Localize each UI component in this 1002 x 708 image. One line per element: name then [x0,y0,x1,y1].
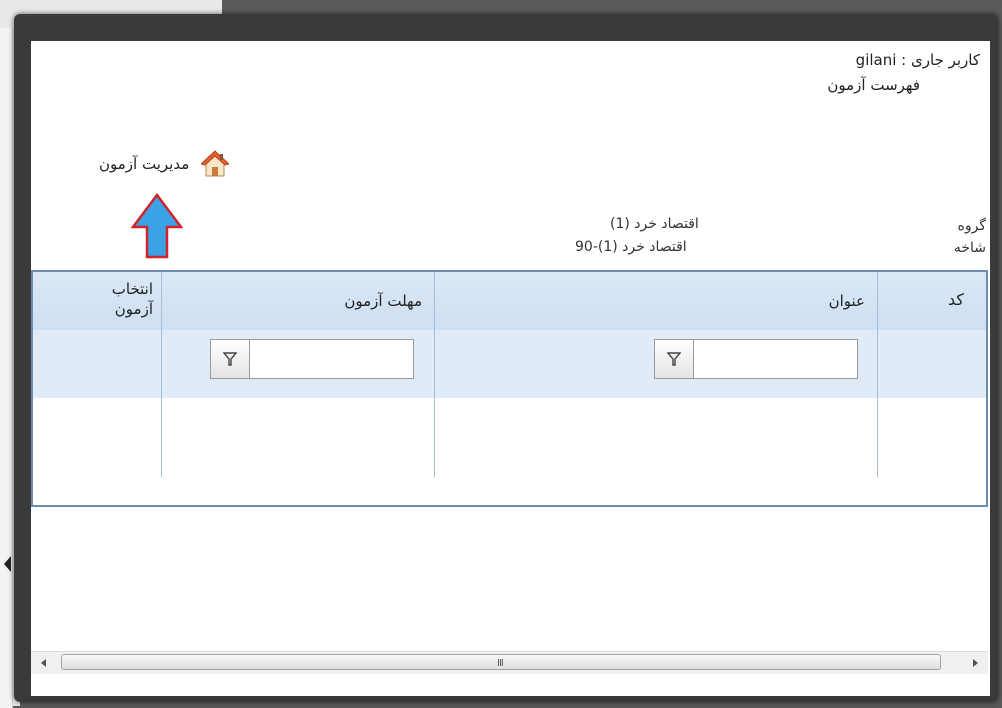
exam-management-link[interactable]: مدیریت آزمون [99,149,230,179]
page-title: فهرست آزمون [827,76,920,94]
header-title[interactable]: عنوان [435,272,878,330]
branch-value: اقتصاد خرد (1)-90 [575,239,687,255]
house-icon[interactable] [201,149,230,179]
exam-grid: انتخاب آزمون مهلت آزمون عنوان کد [31,270,988,507]
filter-icon [223,352,237,366]
header-title-label: عنوان [828,292,865,310]
title-filter-input[interactable] [694,339,858,379]
deadline-filter-button[interactable] [210,339,250,379]
scroll-right-icon[interactable] [973,659,978,667]
cell-title [435,398,878,477]
up-arrow-icon [130,192,184,259]
filter-icon [667,352,681,366]
header-deadline-label: مهلت آزمون [344,292,422,310]
deadline-filter [210,339,414,379]
header-select[interactable]: انتخاب آزمون [33,272,162,330]
dialog-content: کاربر جاری : gilani فهرست آزمون مدیریت آ… [31,41,990,696]
grid-header-row: انتخاب آزمون مهلت آزمون عنوان کد [33,272,986,331]
cell-code [878,398,986,477]
background-tab-strip [0,0,222,15]
current-user-label: کاربر جاری : gilani [855,51,980,69]
filter-cell-deadline [162,330,435,398]
filter-cell-code [878,330,986,398]
title-filter-button[interactable] [654,339,694,379]
branch-label: شاخه [953,240,986,256]
group-label: گروه [957,218,987,234]
header-code[interactable]: کد [878,272,986,330]
scroll-left-icon[interactable] [41,659,46,667]
header-select-label: انتخاب آزمون [111,280,153,318]
header-deadline[interactable]: مهلت آزمون [162,272,435,330]
cell-deadline [162,398,435,477]
scrollbar-grip: III [497,658,504,669]
scrollbar-thumb[interactable]: III [61,654,941,670]
group-value: اقتصاد خرد (1) [610,216,699,232]
title-filter [654,339,858,379]
horizontal-scrollbar[interactable]: III [31,651,988,674]
grid-filter-row [33,330,986,399]
background-left-edge [0,28,13,708]
filter-cell-select [33,330,162,398]
cell-select [33,398,162,477]
exam-management-label[interactable]: مدیریت آزمون [99,155,189,173]
chevron-left-icon[interactable] [4,556,11,572]
deadline-filter-input[interactable] [250,339,414,379]
header-code-label: کد [947,290,964,309]
table-row [33,398,986,477]
dialog-window: کاربر جاری : gilani فهرست آزمون مدیریت آ… [14,14,998,702]
filter-cell-title [435,330,878,398]
